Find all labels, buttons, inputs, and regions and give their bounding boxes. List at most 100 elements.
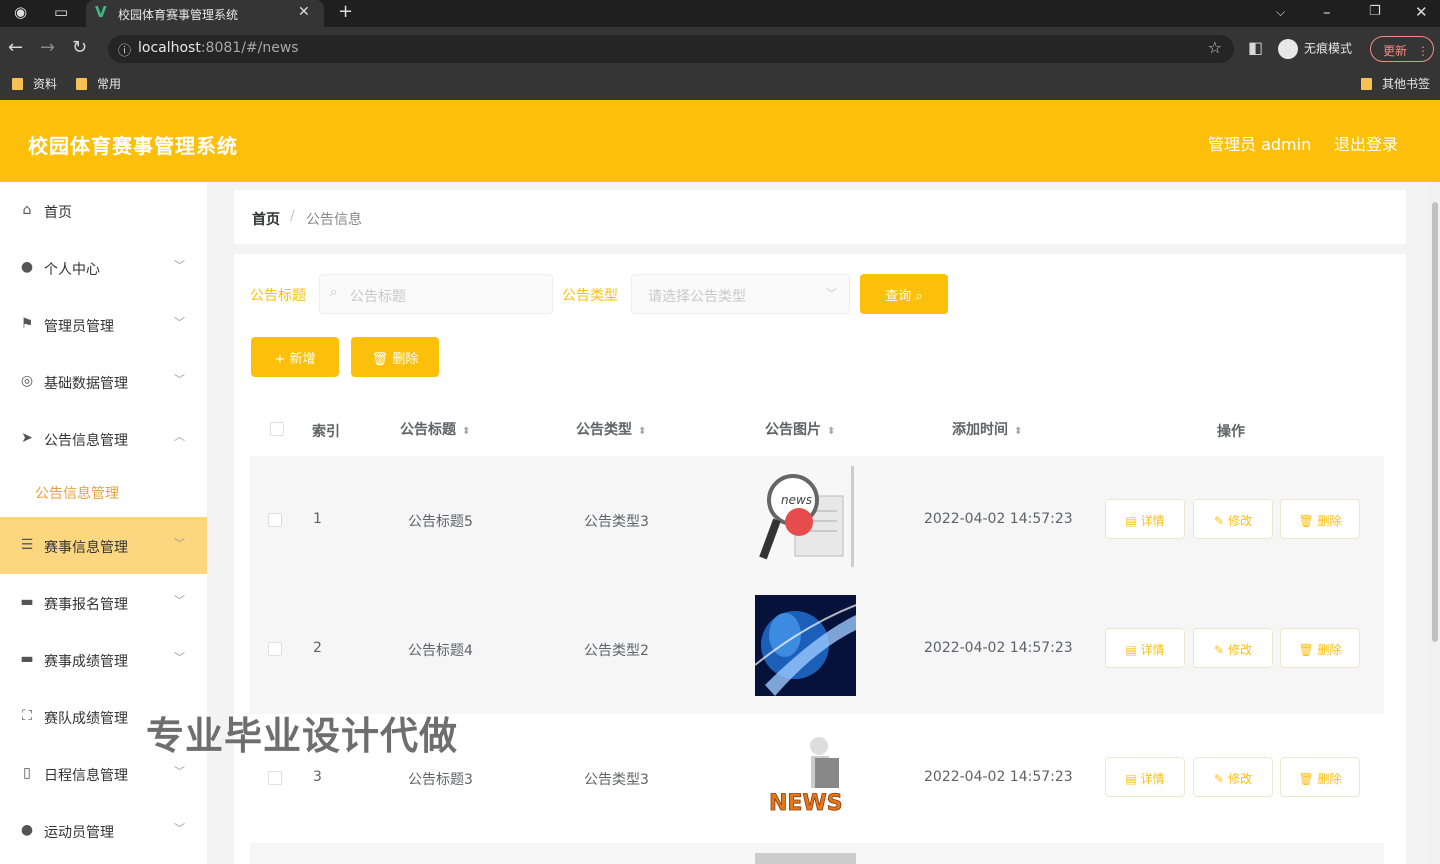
sort-icon[interactable]: ⬍ — [638, 426, 646, 437]
row-checkbox[interactable] — [268, 513, 282, 527]
window-icon[interactable]: ▭ — [54, 3, 68, 21]
browser-tab[interactable]: V 校园体育赛事管理系统 ✕ — [86, 0, 324, 27]
title-filter-label: 公告标题 — [250, 288, 306, 304]
column-header-time[interactable]: 添加时间 ⬍ — [952, 419, 1022, 439]
batch-delete-button[interactable]: 🗑 删除 — [351, 337, 439, 377]
cell-type: 公告类型3 — [584, 514, 649, 530]
kebab-menu-icon[interactable]: ⋮ — [1417, 44, 1429, 58]
bookmark-folder-1[interactable]: 资料 — [12, 75, 57, 92]
row-checkbox[interactable] — [268, 642, 282, 656]
update-button[interactable]: 更新 ⋮ — [1370, 36, 1434, 62]
user-icon: ● — [20, 259, 34, 275]
close-window-icon[interactable]: ✕ — [1415, 3, 1428, 21]
sidebar-item-label: 管理员管理 — [44, 319, 114, 335]
notice-image: NEWS — [755, 728, 856, 829]
edit-button[interactable]: ✎ 修改 — [1193, 499, 1273, 539]
circle-icon: ◎ — [20, 373, 34, 389]
sidebar-item-notice[interactable]: ➤ 公告信息管理 ︿ — [0, 410, 207, 467]
incognito-indicator[interactable]: 无痕模式 — [1278, 39, 1352, 59]
sidebar-item-home[interactable]: ⌂ 首页 — [0, 182, 207, 239]
breadcrumb-home[interactable]: 首页 — [252, 209, 280, 229]
detail-button[interactable]: ▤ 详情 — [1105, 499, 1185, 539]
folder-icon — [12, 78, 23, 90]
delete-button[interactable]: 🗑 删除 — [1280, 628, 1360, 668]
row-checkbox[interactable] — [268, 771, 282, 785]
sidebar-item-basic-data[interactable]: ◎ 基础数据管理 ﹀ — [0, 353, 207, 410]
detail-button[interactable]: ▤ 详情 — [1105, 757, 1185, 797]
sidebar-item-athlete[interactable]: ● 运动员管理 ﹀ — [0, 802, 207, 859]
notice-image — [755, 595, 856, 696]
bookmark-star-icon[interactable]: ☆ — [1208, 38, 1222, 57]
edit-button[interactable]: ✎ 修改 — [1193, 757, 1273, 797]
sidebar-item-label: 赛事信息管理 — [44, 540, 128, 556]
detail-button[interactable]: ▤ 详情 — [1105, 628, 1185, 668]
pencil-icon: ✎ — [1214, 643, 1225, 657]
edit-button[interactable]: ✎ 修改 — [1193, 628, 1273, 668]
phone-icon: ▯ — [23, 765, 31, 781]
delete-button[interactable]: 🗑 删除 — [1280, 757, 1360, 797]
sidebar-item-admin-manage[interactable]: ⚑ 管理员管理 ﹀ — [0, 296, 207, 353]
tab-search-icon[interactable]: ⌵ — [1276, 5, 1285, 20]
submenu-item-notice-manage[interactable]: 公告信息管理 — [0, 476, 207, 506]
type-select-placeholder: 请选择公告类型 — [648, 289, 746, 305]
notice-table: 索引 公告标题 ⬍ 公告类型 ⬍ 公告图片 ⬍ 添加时间 ⬍ 操作 1 公告标题5 公告… — [250, 399, 1384, 864]
sort-icon[interactable]: ⬍ — [1014, 426, 1022, 437]
scrollbar-thumb[interactable] — [1432, 202, 1438, 642]
sidebar-panel-icon[interactable]: ◧ — [1248, 38, 1263, 57]
page-scrollbar[interactable] — [1430, 182, 1440, 864]
sidebar-item-personal-center[interactable]: ● 个人中心 ﹀ — [0, 239, 207, 296]
sliders-icon: ☰ — [20, 537, 34, 553]
sidebar-item-label: 赛队成绩管理 — [44, 711, 128, 727]
sidebar-item-event-signup[interactable]: ▬ 赛事报名管理 ﹀ — [0, 574, 207, 631]
search-button[interactable]: 查询 ⌕ — [860, 274, 948, 314]
cell-title: 公告标题5 — [408, 514, 473, 530]
other-bookmarks[interactable]: 其他书签 — [1361, 75, 1430, 92]
admin-label: 管理员 admin — [1208, 135, 1312, 154]
sidebar-item-label: 首页 — [44, 205, 72, 221]
type-select[interactable]: 请选择公告类型 ﹀ — [631, 274, 850, 314]
browser-menu-icon[interactable]: ◉ — [14, 3, 27, 21]
pin-icon: ● — [20, 822, 34, 838]
browser-tab-bar: ◉ ▭ V 校园体育赛事管理系统 ✕ + ⌵ – ❐ ✕ — [0, 0, 1440, 27]
new-tab-icon[interactable]: + — [338, 1, 353, 22]
trash-icon: 🗑 — [1298, 514, 1314, 528]
reload-icon[interactable]: ↻ — [72, 37, 87, 58]
trash-icon: 🗑 — [371, 352, 389, 367]
pencil-icon: ✎ — [1214, 514, 1225, 528]
document-icon: ▤ — [1125, 772, 1137, 786]
column-header-image[interactable]: 公告图片 ⬍ — [765, 419, 835, 439]
chevron-down-icon: ﹀ — [174, 373, 185, 386]
back-icon[interactable]: ← — [8, 37, 23, 58]
sort-icon[interactable]: ⬍ — [827, 426, 835, 437]
document-icon: ▤ — [1125, 643, 1137, 657]
home-icon: ⌂ — [22, 202, 32, 218]
incognito-icon — [1278, 39, 1298, 59]
restore-icon[interactable]: ❐ — [1369, 4, 1381, 19]
sidebar: ⌂ 首页 ● 个人中心 ﹀ ⚑ 管理员管理 ﹀ ◎ 基础数据管理 ﹀ ➤ 公告信… — [0, 182, 207, 864]
address-field[interactable]: ⓘ localhost:8081/#/news ☆ — [108, 35, 1234, 63]
forward-icon[interactable]: → — [40, 37, 55, 58]
logout-link[interactable]: 退出登录 — [1334, 131, 1398, 155]
select-all-checkbox[interactable] — [270, 422, 284, 436]
sidebar-item-event-info[interactable]: ☰ 赛事信息管理 ﹀ — [0, 517, 207, 574]
app-title: 校园体育赛事管理系统 — [28, 134, 238, 158]
column-header-type[interactable]: 公告类型 ⬍ — [576, 419, 646, 439]
bookmark-folder-2[interactable]: 常用 — [76, 75, 121, 92]
cell-title: 公告标题3 — [408, 772, 473, 788]
minimize-icon[interactable]: – — [1323, 3, 1331, 21]
bookmarks-bar: 资料 常用 其他书签 — [0, 71, 1440, 100]
tab-title: 校园体育赛事管理系统 — [118, 8, 239, 22]
sidebar-item-label: 运动员管理 — [44, 825, 114, 841]
close-tab-icon[interactable]: ✕ — [298, 4, 310, 20]
delete-button[interactable]: 🗑 删除 — [1280, 499, 1360, 539]
sort-icon[interactable]: ⬍ — [462, 426, 470, 437]
column-header-title[interactable]: 公告标题 ⬍ — [400, 419, 470, 439]
add-button[interactable]: + 新增 — [251, 337, 339, 377]
site-info-icon[interactable]: ⓘ — [118, 40, 131, 59]
notice-image: news — [755, 466, 856, 567]
sidebar-item-label: 赛事成绩管理 — [44, 654, 128, 670]
title-search-input[interactable]: ⌕ 公告标题 — [319, 274, 553, 314]
breadcrumb-separator: / — [290, 208, 295, 224]
sidebar-item-event-score[interactable]: ▬ 赛事成绩管理 ﹀ — [0, 631, 207, 688]
chevron-down-icon: ﹀ — [174, 651, 185, 664]
